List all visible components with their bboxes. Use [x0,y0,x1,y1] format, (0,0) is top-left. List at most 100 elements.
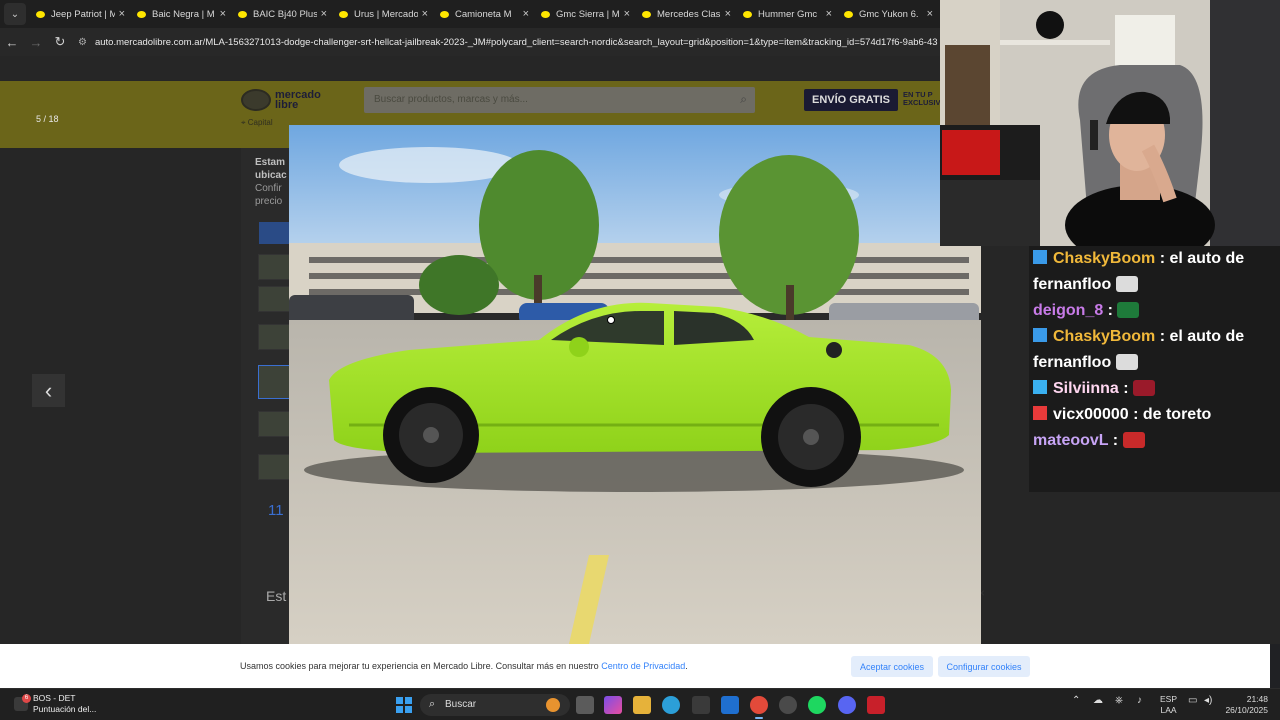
microphone-icon[interactable]: ♪ [1137,695,1142,706]
browser-tab[interactable]: Gmc Sierra | M × [535,1,636,27]
cloud-icon[interactable]: ☁ [1093,695,1103,706]
accept-cookies-button[interactable]: Aceptar cookies [851,656,933,677]
gallery-prev-icon[interactable]: ‹ [32,374,65,407]
obs-icon[interactable] [779,696,797,714]
browser-tab[interactable]: Hummer Gmc × [737,1,838,27]
chat-emote-icon [1117,302,1140,318]
close-tab-icon[interactable]: × [220,8,226,20]
store-icon[interactable] [692,696,710,714]
widgets-button[interactable]: 6 BOS - DET Puntuación del... [14,693,96,715]
chat-emote-icon [1122,432,1145,448]
stream-chat: ChaskyBoom : el auto de fernanfloo deigo… [1029,246,1280,492]
tab-title: BAIC Bj40 Plus [253,8,317,20]
privacy-center-link[interactable]: Centro de Privacidad [601,661,685,671]
tab-title: Baic Negra | M [152,8,215,20]
envio-gratis-banner[interactable]: ENVÍO GRATIS [804,89,898,111]
file-explorer-icon[interactable] [633,696,651,714]
tab-title: Jeep Patriot | M [51,8,115,20]
mercadolibre-favicon-icon [844,10,853,18]
chat-separator: : [1108,432,1123,449]
gallery-thumbnail[interactable] [258,254,290,280]
edge-icon[interactable] [662,696,680,714]
gallery-thumbnail[interactable] [258,324,290,350]
network-icon[interactable]: ⎈ [1115,695,1123,706]
system-clock[interactable]: 21:48 26/10/2025 [1222,694,1268,716]
site-info-icon[interactable]: ⚙ [78,37,87,48]
gallery-thumbnail[interactable] [258,411,290,437]
configure-cookies-button[interactable]: Configurar cookies [938,656,1030,677]
browser-tab[interactable]: Urus | Mercado × [333,1,434,27]
close-tab-icon[interactable]: × [422,8,428,20]
display-icon[interactable]: ▭ [1188,695,1197,706]
browser-tab[interactable]: Jeep Patriot | M × [30,1,131,27]
chat-text: de toreto [1142,406,1212,423]
copilot-icon[interactable] [604,696,622,714]
mercadolibre-favicon-icon [743,10,752,18]
more-thumbnails-count[interactable]: 11 [268,502,284,519]
mercadolibre-logo[interactable]: mercado libre [241,86,341,114]
chrome-icon[interactable] [750,696,768,719]
chat-emote-icon [1115,276,1138,292]
show-hidden-icons[interactable]: ⌃ [1072,695,1080,706]
webcam-illustration [940,0,1280,246]
gallery-thumbnail-active[interactable] [258,365,290,399]
browser-tab[interactable]: Camioneta M × [434,1,535,27]
language-indicator[interactable]: ESP LAA [1160,694,1177,716]
location-selector[interactable]: ⌖ Capital [241,118,273,128]
tab-title: Urus | Mercado [354,8,418,20]
tab-strip: Jeep Patriot | M × Baic Negra | M × BAIC Bj4… [30,1,939,27]
mercadolibre-favicon-icon [541,10,550,18]
gallery-thumbnail[interactable] [258,454,290,480]
browser-tab[interactable]: Mercedes Clas × [636,1,737,27]
mercadolibre-favicon-icon [642,10,651,18]
back-icon[interactable]: ← [0,35,24,50]
chat-username[interactable]: Silviinna [1053,380,1119,397]
browser-tab[interactable]: Baic Negra | M × [131,1,232,27]
browser-tab[interactable]: BAIC Bj40 Plus × [232,1,333,27]
address-bar-row: ← → ↻ ⚙ auto.mercadolibre.com.ar/MLA-156… [0,28,940,56]
taskbar-search[interactable]: ⌕ Buscar [420,694,570,716]
close-tab-icon[interactable]: × [321,8,327,20]
browser-tab[interactable]: Gmc Yukon 6. × [838,1,939,27]
spotify-icon[interactable] [808,696,826,714]
sports-widget-icon: 6 [14,694,31,711]
confirm-location-button[interactable] [259,222,291,244]
windows-start-icon[interactable] [396,697,412,713]
task-view-icon[interactable] [576,696,594,714]
chat-username[interactable]: vicx00000 [1053,406,1129,423]
site-search-input[interactable]: Buscar productos, marcas y más... ⌕ [364,87,755,113]
tab-title: Gmc Sierra | M [556,8,620,20]
chat-username[interactable]: deigon_8 [1033,302,1103,319]
close-tab-icon[interactable]: × [624,8,630,20]
tab-title: Hummer Gmc [758,8,818,20]
close-tab-icon[interactable]: × [826,8,832,20]
chat-username[interactable]: ChaskyBoom [1053,250,1155,267]
reload-icon[interactable]: ↻ [48,34,72,50]
gallery-thumbnail[interactable] [258,286,290,312]
browser-tab-bar: ⌄ Jeep Patriot | M × Baic Negra | M × BAIC B… [0,0,940,28]
chat-username[interactable]: ChaskyBoom [1053,328,1155,345]
url-field[interactable]: ⚙ auto.mercadolibre.com.ar/MLA-156327101… [78,31,940,53]
cookie-banner: Usamos cookies para mejorar tu experienc… [0,644,1270,688]
chat-message: deigon_8 : [1033,298,1276,324]
app-icon[interactable] [867,696,885,714]
volume-icon[interactable]: ◂) [1204,695,1212,706]
discord-icon[interactable] [838,696,856,714]
forward-icon[interactable]: → [24,35,48,50]
taskbar-search-label: Buscar [445,699,477,710]
chat-message: mateoovL : [1033,428,1276,454]
close-tab-icon[interactable]: × [927,8,933,20]
chat-username[interactable]: mateoovL [1033,432,1108,449]
tab-list-dropdown-icon[interactable]: ⌄ [4,3,26,25]
close-tab-icon[interactable]: × [523,8,529,20]
chat-emote-icon [1133,380,1156,396]
chat-message: vicx00000 : de toreto [1033,402,1276,428]
mercadolibre-favicon-icon [137,10,146,18]
close-tab-icon[interactable]: × [119,8,125,20]
car-photo-illustration [289,125,981,644]
close-tab-icon[interactable]: × [725,8,731,20]
chat-message: ChaskyBoom : el auto de fernanfloo [1033,246,1276,298]
outlook-icon[interactable] [721,696,739,714]
chat-separator: : [1128,406,1143,423]
search-icon[interactable]: ⌕ [740,92,747,107]
